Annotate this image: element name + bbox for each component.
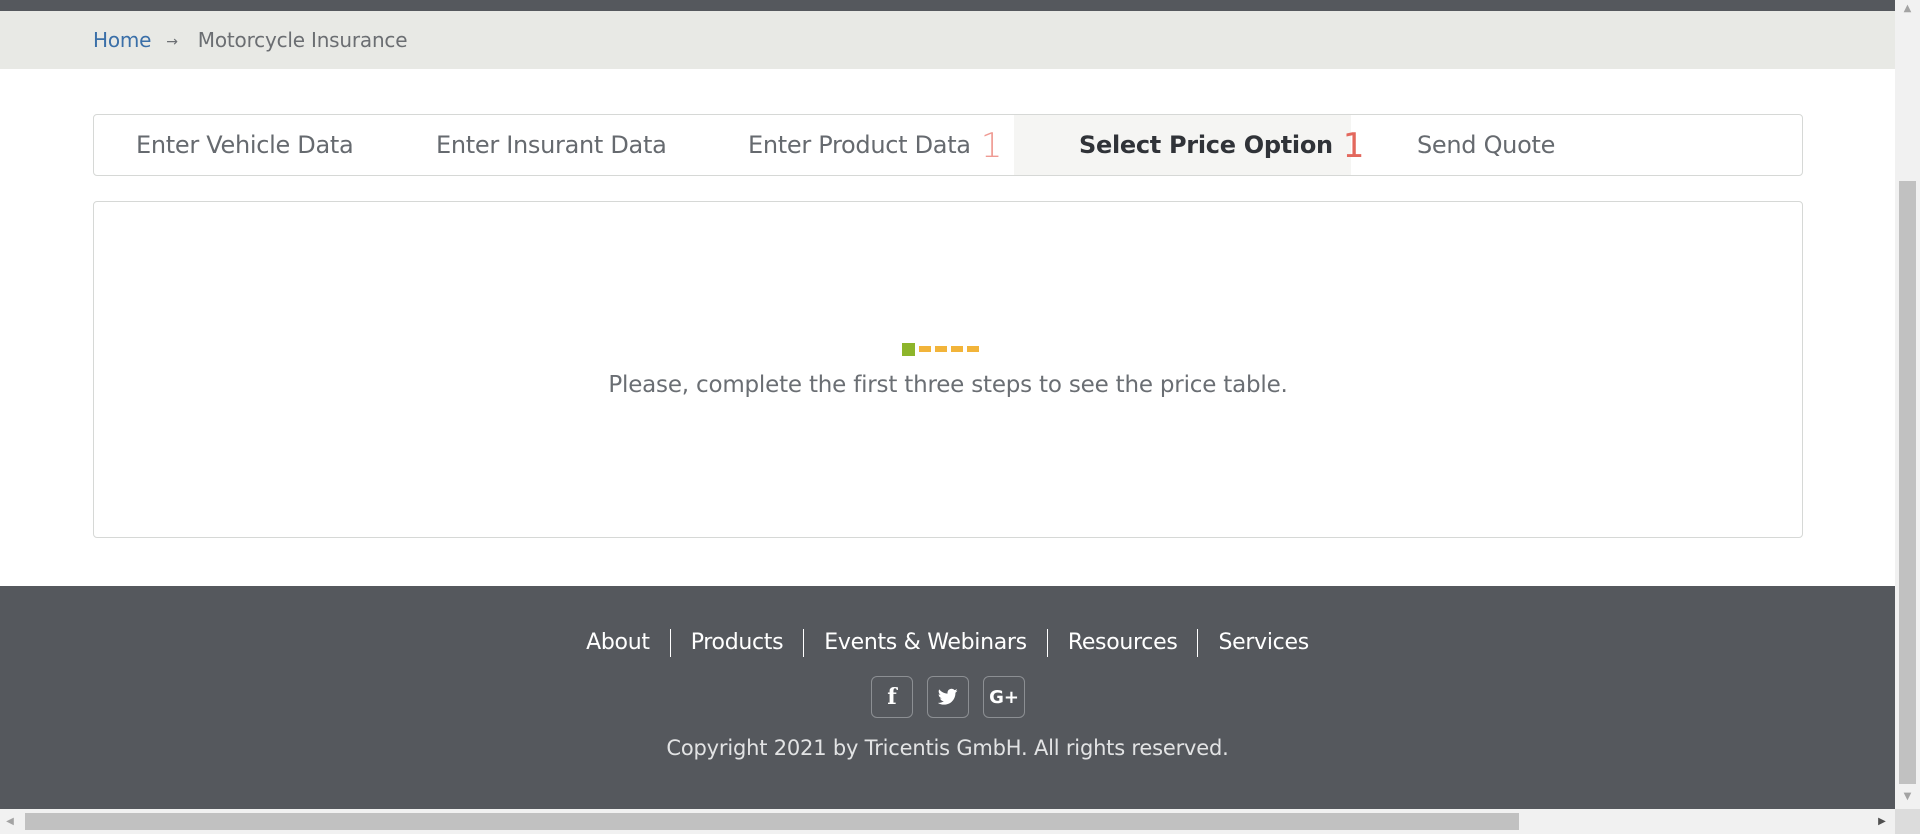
header-strip [0, 0, 1895, 11]
footer: About Products Events & Webinars Resourc… [0, 586, 1895, 809]
google-plus-button[interactable]: G+ [983, 676, 1025, 718]
tab-enter-insurant-data[interactable]: Enter Insurant Data [436, 115, 667, 175]
loader-block [967, 346, 979, 352]
scroll-left-icon[interactable]: ◀ [0, 809, 20, 834]
horizontal-scrollbar[interactable]: ◀ ▶ [0, 809, 1895, 834]
loader-block [935, 346, 947, 352]
loading-indicator [902, 342, 983, 356]
scroll-down-icon[interactable]: ▼ [1895, 788, 1920, 805]
tab-error-count: 1 [1342, 126, 1365, 166]
breadcrumb: Home → Motorcycle Insurance [93, 11, 408, 69]
page-viewport: Home → Motorcycle Insurance Enter Vehicl… [0, 0, 1895, 809]
tab-label: Enter Insurant Data [436, 131, 667, 159]
social-links: f G+ [871, 676, 1039, 718]
facebook-button[interactable]: f [871, 676, 913, 718]
tab-label: Enter Product Data [748, 131, 971, 159]
copyright-text: Copyright 2021 by Tricentis GmbH. All ri… [666, 736, 1229, 760]
price-option-panel: Please, complete the first three steps t… [93, 201, 1803, 538]
loader-block [902, 342, 915, 356]
footer-link-products[interactable]: Products [669, 629, 804, 657]
twitter-icon [938, 688, 958, 705]
tab-send-quote[interactable]: Send Quote [1417, 115, 1555, 175]
footer-link-about[interactable]: About [566, 629, 670, 657]
footer-nav: About Products Events & Webinars Resourc… [0, 629, 1895, 657]
facebook-icon: f [887, 684, 897, 710]
panel-message: Please, complete the first three steps t… [608, 372, 1288, 398]
footer-link-services[interactable]: Services [1197, 629, 1328, 657]
tab-enter-vehicle-data[interactable]: Enter Vehicle Data [136, 115, 354, 175]
vertical-scrollbar[interactable]: ▲ ▼ [1895, 0, 1920, 809]
twitter-button[interactable] [927, 676, 969, 718]
loader-block [919, 346, 931, 352]
tab-select-price-option[interactable]: Select Price Option 1 [1014, 115, 1364, 175]
scrollbar-corner [1895, 809, 1920, 834]
tab-label: Send Quote [1417, 131, 1556, 159]
footer-link-resources[interactable]: Resources [1046, 629, 1198, 657]
tab-error-count: 1 [980, 126, 1003, 166]
loader-block [951, 346, 963, 352]
breadcrumb-home-link[interactable]: Home [93, 28, 151, 52]
scroll-up-icon[interactable]: ▲ [1895, 0, 1920, 17]
footer-link-events-webinars[interactable]: Events & Webinars [803, 629, 1047, 657]
breadcrumb-current: Motorcycle Insurance [197, 28, 408, 52]
wizard-tabs: Enter Vehicle Data Enter Insurant Data E… [93, 114, 1803, 176]
google-plus-icon: G+ [989, 686, 1019, 708]
horizontal-scroll-thumb[interactable] [25, 813, 1519, 830]
tab-enter-product-data[interactable]: Enter Product Data 1 [748, 115, 1002, 175]
breadcrumb-bar: Home → Motorcycle Insurance [0, 11, 1895, 69]
vertical-scroll-thumb[interactable] [1899, 181, 1916, 784]
tab-label: Enter Vehicle Data [136, 131, 354, 159]
scroll-right-icon[interactable]: ▶ [1872, 809, 1892, 834]
tab-label: Select Price Option [1079, 131, 1333, 159]
breadcrumb-arrow-icon: → [166, 34, 178, 50]
